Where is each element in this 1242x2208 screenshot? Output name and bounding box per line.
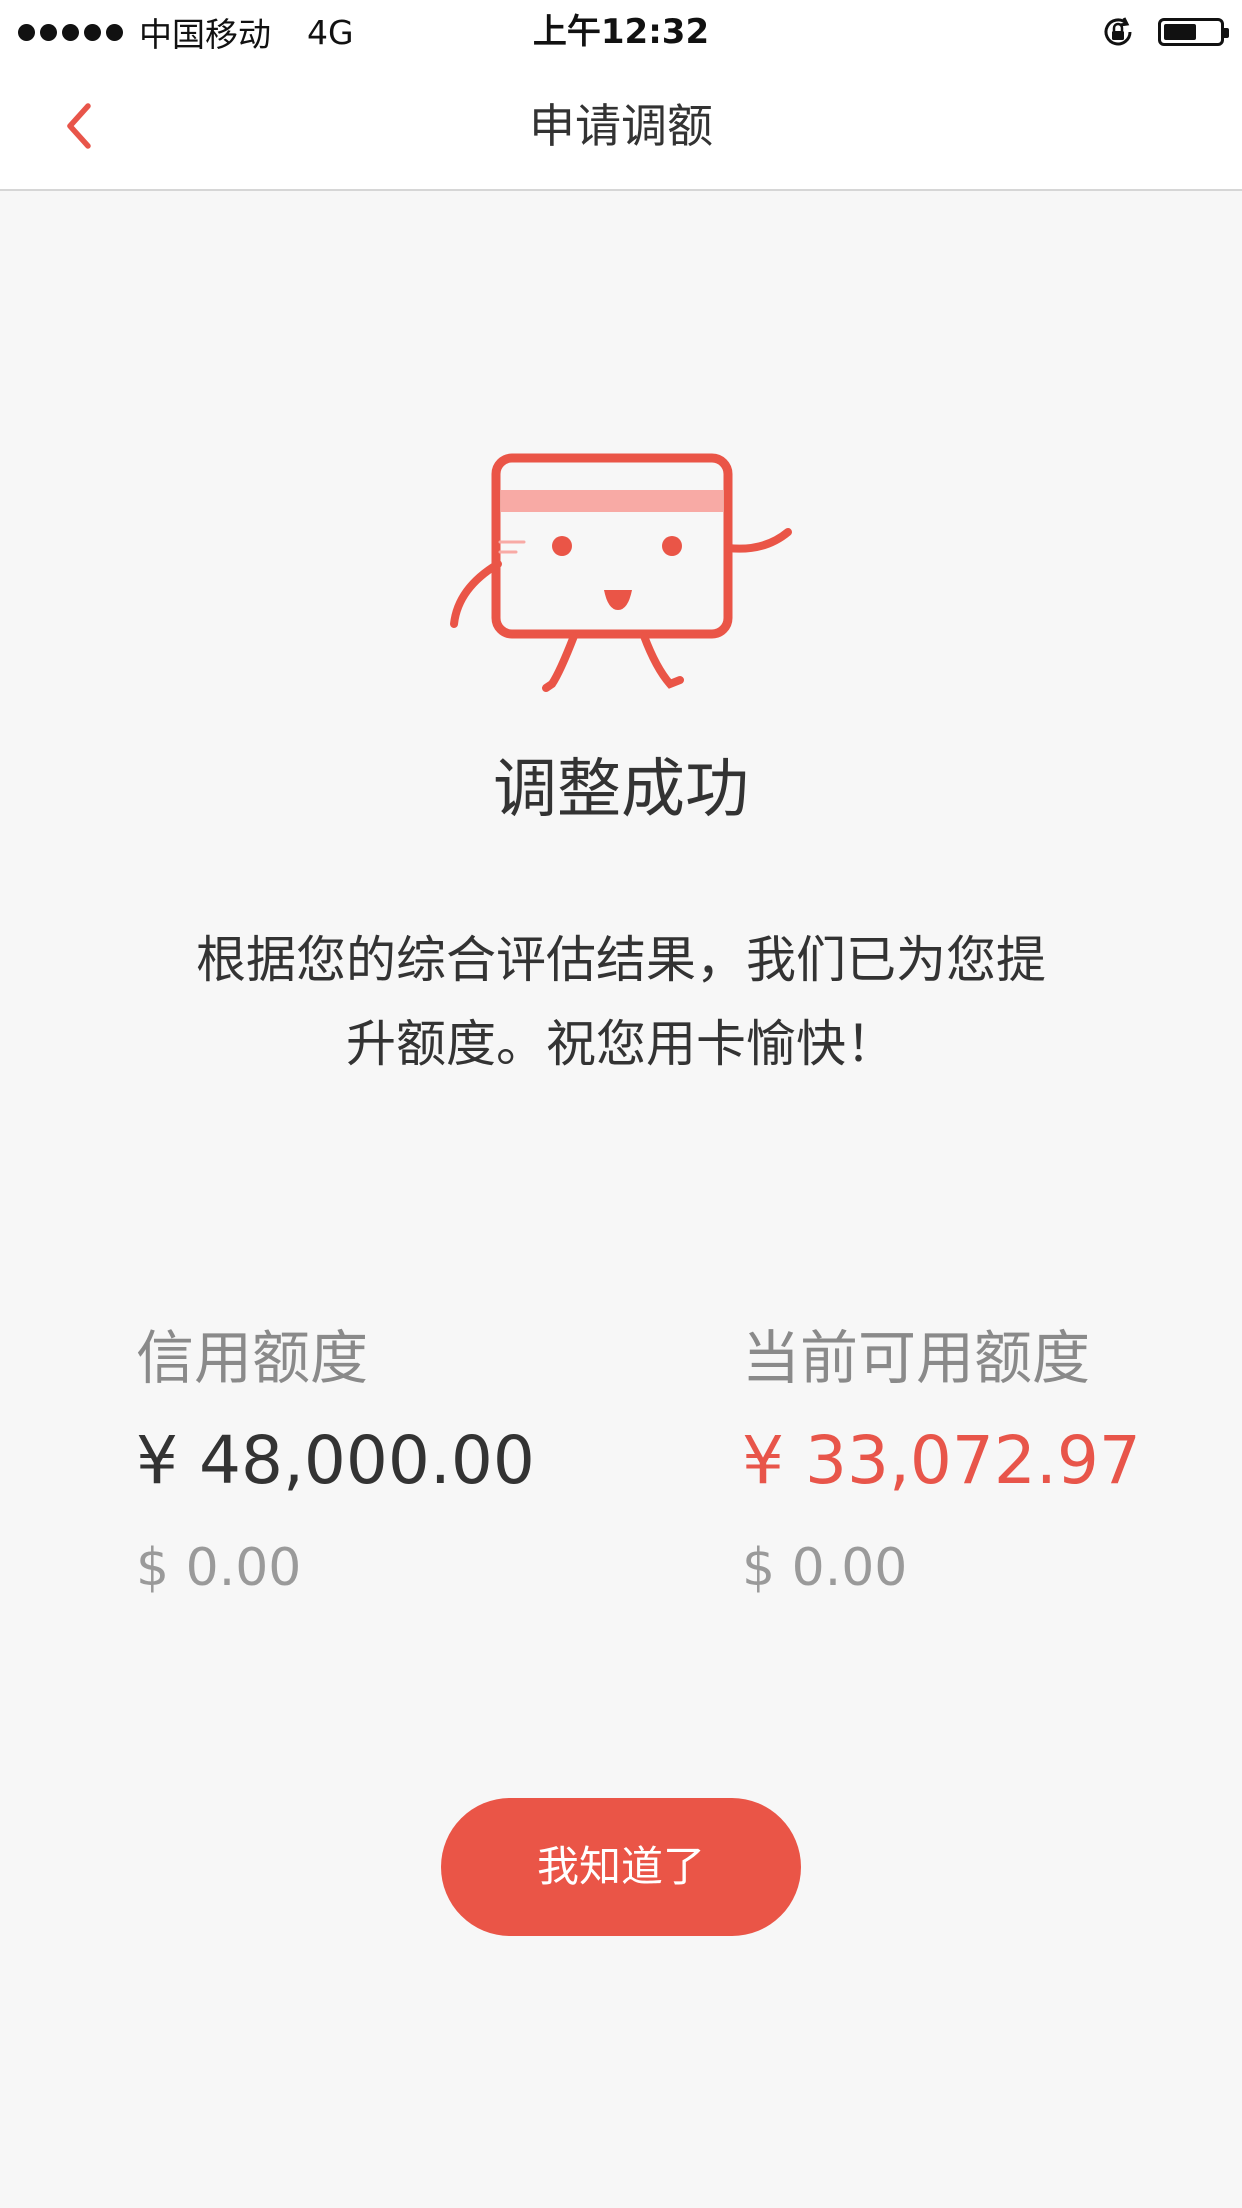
result-title: 调整成功 [493,753,749,827]
available-limit-section: 当前可用额度 ¥ 33,072.97 $ 0.00 [742,1310,1141,1614]
status-bar: 中国移动 4G 上午12:32 [0,0,1242,64]
confirm-button[interactable]: 我知道了 [441,1798,801,1936]
available-limit-cny: ¥ 33,072.97 [742,1422,1141,1499]
page-title: 申请调额 [529,99,713,153]
result-message-line-1: 根据您的综合评估结果，我们已为您提 [196,931,1046,989]
result-message-line-2: 升额度。祝您用卡愉快！ [346,1015,896,1073]
credit-limit-cny: ¥ 48,000.00 [136,1422,535,1499]
available-limit-label: 当前可用额度 [742,1324,1091,1392]
navigation-bar: 申请调额 [0,64,1242,191]
credit-limit-usd: $ 0.00 [136,1538,302,1598]
credit-limit-label: 信用额度 [136,1324,369,1392]
rotation-lock-icon [1104,17,1132,46]
status-time: 上午12:32 [532,12,710,52]
available-limit-usd: $ 0.00 [742,1538,908,1598]
battery-icon [1158,18,1229,46]
credit-limit-section: 信用额度 ¥ 48,000.00 $ 0.00 [136,1310,535,1614]
result-message: 根据您的综合评估结果，我们已为您提 升额度。祝您用卡愉快！ [140,918,1102,1086]
status-bar-right [1100,12,1229,52]
battery-level [1164,24,1196,40]
credit-card-mascot-icon [450,453,792,692]
